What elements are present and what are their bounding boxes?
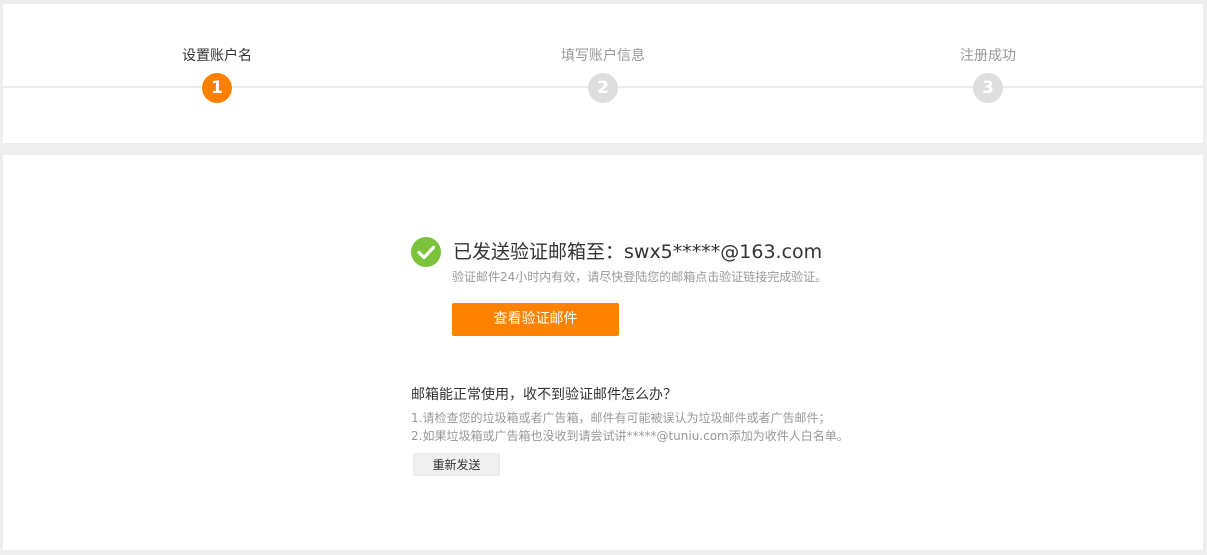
step-number-badge: 3	[973, 73, 1003, 103]
step-fill-account-info: 填写账户信息 2	[523, 4, 683, 124]
step-register-success: 注册成功 3	[908, 4, 1068, 124]
progress-steps: 设置账户名 1 填写账户信息 2 注册成功 3	[3, 4, 1203, 143]
verification-panel: 已发送验证邮箱至：swx5*****@163.com 验证邮件24小时内有效，请…	[3, 155, 1203, 550]
step-number-badge: 2	[588, 73, 618, 103]
verification-sent-title: 已发送验证邮箱至：swx5*****@163.com	[453, 241, 823, 263]
view-verification-email-button[interactable]: 查看验证邮件	[452, 303, 619, 336]
verification-sent-subtitle: 验证邮件24小时内有效，请尽快登陆您的邮箱点击验证链接完成验证。	[452, 270, 828, 284]
help-tip: 2.如果垃圾箱或广告箱也没收到请尝试讲*****@tuniu.com添加为收件人…	[411, 429, 849, 443]
step-set-account-name: 设置账户名 1	[137, 4, 297, 124]
resend-button[interactable]: 重新发送	[413, 453, 500, 476]
step-label: 注册成功	[960, 48, 1016, 64]
step-label: 设置账户名	[182, 48, 252, 64]
check-circle-icon	[411, 237, 441, 267]
step-label: 填写账户信息	[561, 48, 645, 64]
help-tip: 1.请检查您的垃圾箱或者广告箱，邮件有可能被误认为垃圾邮件或者广告邮件；	[411, 411, 831, 425]
help-title: 邮箱能正常使用，收不到验证邮件怎么办？	[411, 387, 677, 403]
step-number-badge: 1	[202, 73, 232, 103]
